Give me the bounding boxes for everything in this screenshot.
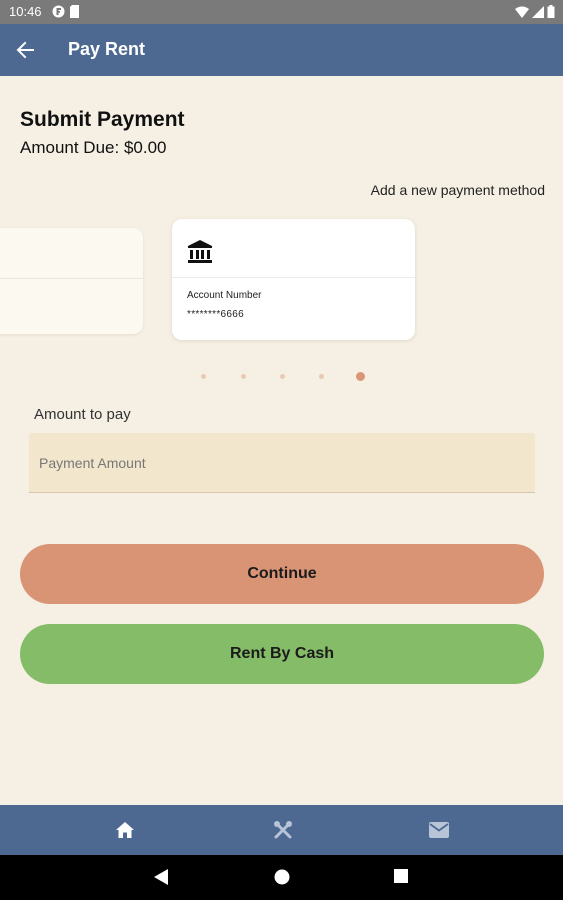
home-icon — [116, 822, 134, 838]
status-left-icons — [52, 5, 80, 18]
card-divider — [0, 278, 143, 279]
status-time: 10:46 — [9, 4, 42, 19]
tools-icon — [274, 821, 292, 839]
bottom-nav — [0, 805, 563, 855]
pager-dot[interactable] — [319, 374, 324, 379]
app-bar: Pay Rent — [0, 24, 563, 76]
pager-dot[interactable] — [241, 374, 246, 379]
bank-icon — [188, 240, 212, 263]
continue-button[interactable]: Continue — [20, 544, 544, 604]
amount-to-pay-label: Amount to pay — [34, 406, 131, 423]
pager-dot-active[interactable] — [356, 372, 365, 381]
system-home-icon[interactable] — [274, 869, 290, 885]
nav-home[interactable] — [113, 818, 137, 842]
rent-by-cash-button[interactable]: Rent By Cash — [20, 624, 544, 684]
status-bar: 10:46 — [0, 0, 563, 24]
submit-payment-heading: Submit Payment — [20, 108, 185, 131]
system-nav-bar — [0, 855, 563, 900]
nav-tools[interactable] — [271, 818, 295, 842]
payment-amount-input[interactable] — [29, 433, 535, 492]
payment-card-bank[interactable]: Account Number ********6666 — [172, 219, 415, 340]
status-right-icons — [515, 5, 555, 18]
carousel-pager — [0, 372, 563, 382]
wifi-icon — [515, 6, 529, 18]
signal-icon — [532, 5, 544, 18]
account-number-value: ********6666 — [187, 309, 244, 320]
account-number-label: Account Number — [187, 290, 262, 301]
pager-dot[interactable] — [201, 374, 206, 379]
payment-amount-field — [29, 433, 535, 493]
payment-card-previous[interactable]: ber — [0, 228, 143, 334]
nav-mail[interactable] — [427, 818, 451, 842]
page-title: Pay Rent — [68, 39, 146, 59]
amount-due: Amount Due: $0.00 — [20, 138, 167, 157]
card-divider — [172, 277, 415, 278]
pager-dot[interactable] — [280, 374, 285, 379]
sd-card-icon — [70, 5, 79, 18]
back-button[interactable] — [10, 35, 40, 65]
add-payment-method-link[interactable]: Add a new payment method — [371, 182, 545, 198]
notification-icon — [52, 5, 65, 18]
system-recents-icon[interactable] — [394, 869, 408, 883]
mail-icon — [429, 822, 449, 838]
back-arrow-icon — [16, 41, 34, 59]
system-back-icon[interactable] — [154, 869, 168, 885]
battery-icon — [547, 5, 555, 18]
